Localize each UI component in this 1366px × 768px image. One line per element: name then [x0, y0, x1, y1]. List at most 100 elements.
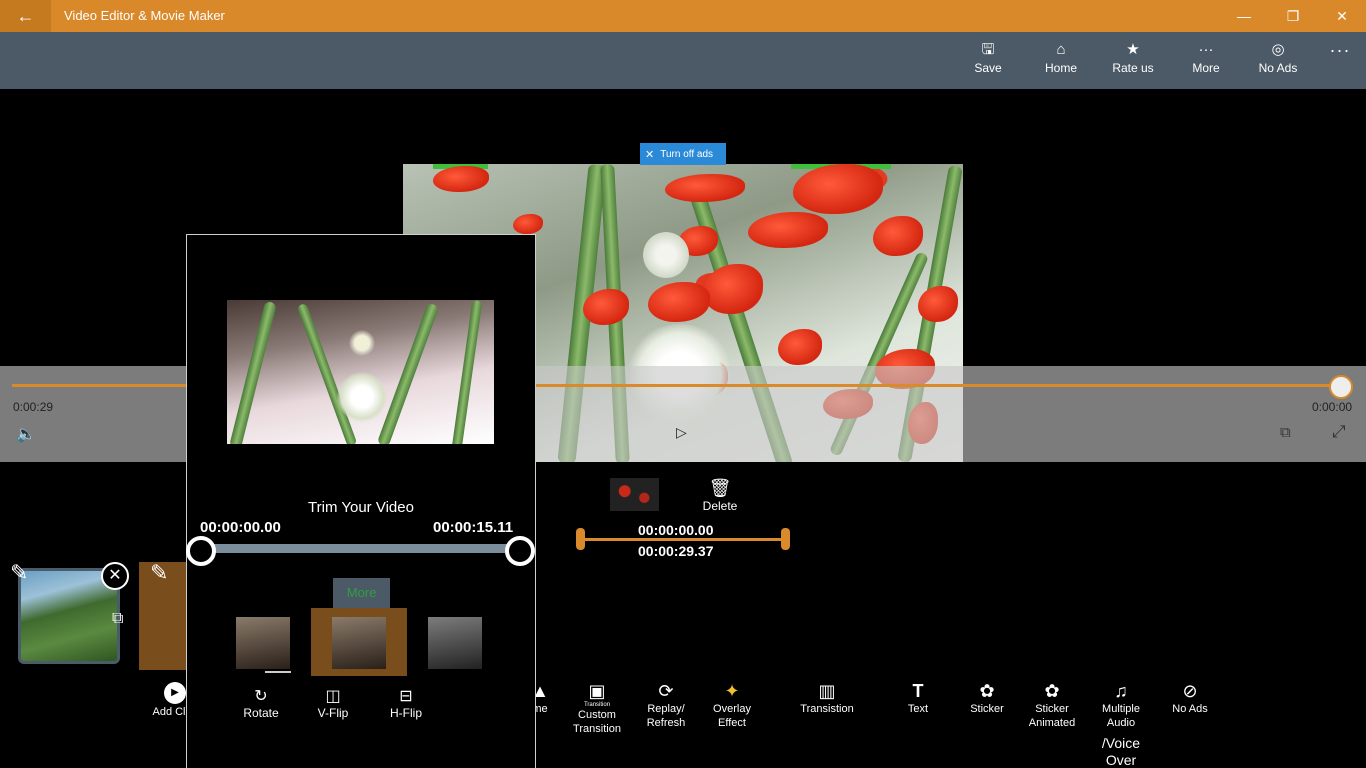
- no-ads-icon: ◎: [1271, 41, 1285, 58]
- close-icon: ✕: [645, 148, 655, 161]
- fullscreen-icon[interactable]: ⤢: [1332, 422, 1346, 442]
- clip-start-time: 00:00:00.00: [638, 522, 714, 538]
- delete-button[interactable]: 🗑 Delete: [697, 478, 743, 513]
- trim-stem: [296, 302, 358, 444]
- trim-end-time: 00:00:15.11: [433, 519, 514, 536]
- rotate-label: Rotate: [243, 706, 279, 720]
- video-petal: [778, 329, 822, 365]
- restore-button[interactable]: ❐: [1268, 0, 1318, 32]
- vflip-button[interactable]: ◫ V-Flip: [312, 686, 354, 720]
- clip-range-end-handle[interactable]: [781, 528, 790, 550]
- trim-title: Trim Your Video: [308, 499, 414, 516]
- no-ads-tool-label: No Ads: [1172, 703, 1208, 715]
- video-petal: [433, 166, 489, 192]
- video-petal: [748, 212, 828, 248]
- app-title: Video Editor & Movie Maker: [64, 8, 225, 23]
- save-icon: 🖫: [981, 41, 995, 58]
- vflip-icon: ◫: [325, 688, 341, 705]
- hflip-label: H-Flip: [390, 706, 422, 720]
- sticker-label: Sticker: [970, 703, 1004, 715]
- add-clip-button[interactable]: ▶ Add Cl: [152, 682, 186, 718]
- trim-video-preview[interactable]: [227, 300, 494, 444]
- overlay-effect-tool[interactable]: ✦ Overlay Effect: [706, 680, 758, 730]
- music-icon: ♫: [1114, 681, 1128, 701]
- no-ads-label: No Ads: [1258, 61, 1298, 75]
- trim-flower: [337, 372, 387, 422]
- rate-us-button[interactable]: ★ Rate us: [1098, 40, 1168, 75]
- replay-refresh-tool[interactable]: ⟳ Replay/ Refresh: [640, 680, 692, 730]
- overflow-menu-button[interactable]: ···: [1322, 40, 1358, 61]
- video-petal: [648, 282, 710, 322]
- transistion-label: Transistion: [800, 703, 854, 715]
- video-petal: [793, 164, 883, 214]
- voice-over-label[interactable]: /Voice Over: [1099, 735, 1143, 768]
- sticker-animated-icon: ✿: [1044, 681, 1060, 701]
- overlay-effect-label: Overlay Effect: [713, 703, 751, 729]
- clip-thumbnail[interactable]: [610, 478, 659, 511]
- home-button[interactable]: ⌂ Home: [1026, 40, 1096, 75]
- sticker-tool[interactable]: ✿ Sticker: [964, 680, 1010, 716]
- back-arrow-icon: ←: [16, 5, 35, 26]
- close-window-button[interactable]: ✕: [1317, 0, 1366, 32]
- video-petal: [873, 216, 923, 256]
- video-petal: [665, 174, 745, 202]
- trim-start-handle[interactable]: [186, 536, 216, 566]
- trim-end-handle[interactable]: [505, 536, 535, 566]
- video-petal: [703, 264, 763, 314]
- star-icon: ★: [1126, 41, 1140, 58]
- turn-off-ads-button[interactable]: ✕ Turn off ads: [640, 143, 726, 165]
- add-clip-label: Add Cl: [152, 706, 186, 718]
- trim-stem: [229, 300, 277, 444]
- more-button[interactable]: ··· More: [1171, 40, 1241, 75]
- sticker-animated-tool[interactable]: ✿ Sticker Animated: [1024, 680, 1080, 730]
- replay-refresh-label: Replay/ Refresh: [646, 703, 686, 729]
- duplicate-icon[interactable]: ⧉: [112, 610, 123, 628]
- trim-more-button[interactable]: More: [333, 578, 390, 608]
- home-label: Home: [1044, 61, 1077, 75]
- pencil-icon[interactable]: ✎: [150, 560, 168, 586]
- clip-range-start-handle[interactable]: [576, 528, 585, 550]
- rotate-icon: ↻: [254, 688, 268, 705]
- filter-thumb-original[interactable]: [236, 617, 290, 669]
- play-circle-icon: ▶: [164, 682, 186, 704]
- minimize-button[interactable]: —: [1219, 0, 1269, 32]
- trim-flower: [349, 330, 375, 356]
- pencil-icon[interactable]: ✎: [10, 560, 28, 586]
- elapsed-time: 0:00:29: [13, 400, 54, 414]
- volume-icon[interactable]: 🔈: [16, 424, 36, 444]
- custom-transition-tool[interactable]: ▣ Transition Custom Transition: [568, 680, 626, 736]
- no-ads-button[interactable]: ◎ No Ads: [1243, 40, 1313, 75]
- filter-underline: [265, 671, 291, 673]
- clip-end-time: 00:00:29.37: [638, 543, 714, 559]
- clip-range-track[interactable]: [580, 538, 786, 541]
- no-ads-tool[interactable]: ⊘ No Ads: [1166, 680, 1214, 716]
- magic-wand-icon: ✦: [724, 681, 740, 701]
- sticker-icon: ✿: [979, 681, 995, 701]
- text-label: Text: [907, 703, 929, 715]
- remove-clip-icon[interactable]: ✕: [101, 562, 129, 590]
- seek-thumb[interactable]: [1329, 375, 1353, 399]
- delete-label: Delete: [702, 499, 738, 513]
- text-tool[interactable]: T Text: [898, 680, 938, 716]
- save-label: Save: [974, 61, 1002, 75]
- turn-off-ads-label: Turn off ads: [660, 148, 714, 160]
- more-label: More: [1192, 61, 1220, 75]
- multiple-audio-tool[interactable]: ♫ Multiple Audio: [1095, 680, 1147, 730]
- hflip-button[interactable]: ⊟ H-Flip: [384, 686, 428, 720]
- video-flower: [643, 232, 689, 278]
- hflip-icon: ⊟: [399, 688, 413, 705]
- rate-us-label: Rate us: [1112, 61, 1154, 75]
- refresh-icon: ⟳: [658, 681, 674, 701]
- save-button[interactable]: 🖫 Save: [953, 40, 1023, 75]
- rotate-button[interactable]: ↻ Rotate: [238, 686, 284, 720]
- cast-icon[interactable]: ⧉: [1280, 424, 1291, 441]
- trim-range-track[interactable]: [201, 544, 520, 553]
- transistion-tool[interactable]: ▥ Transistion: [794, 680, 860, 716]
- no-ads-icon: ⊘: [1182, 681, 1198, 701]
- text-icon: T: [912, 681, 924, 701]
- filter-thumb-grayscale[interactable]: [428, 617, 482, 669]
- play-icon[interactable]: ▷: [676, 424, 687, 441]
- filter-thumb-sepia[interactable]: [332, 617, 386, 669]
- custom-transition-label: Custom Transition: [573, 709, 621, 735]
- back-button[interactable]: ←: [0, 0, 51, 32]
